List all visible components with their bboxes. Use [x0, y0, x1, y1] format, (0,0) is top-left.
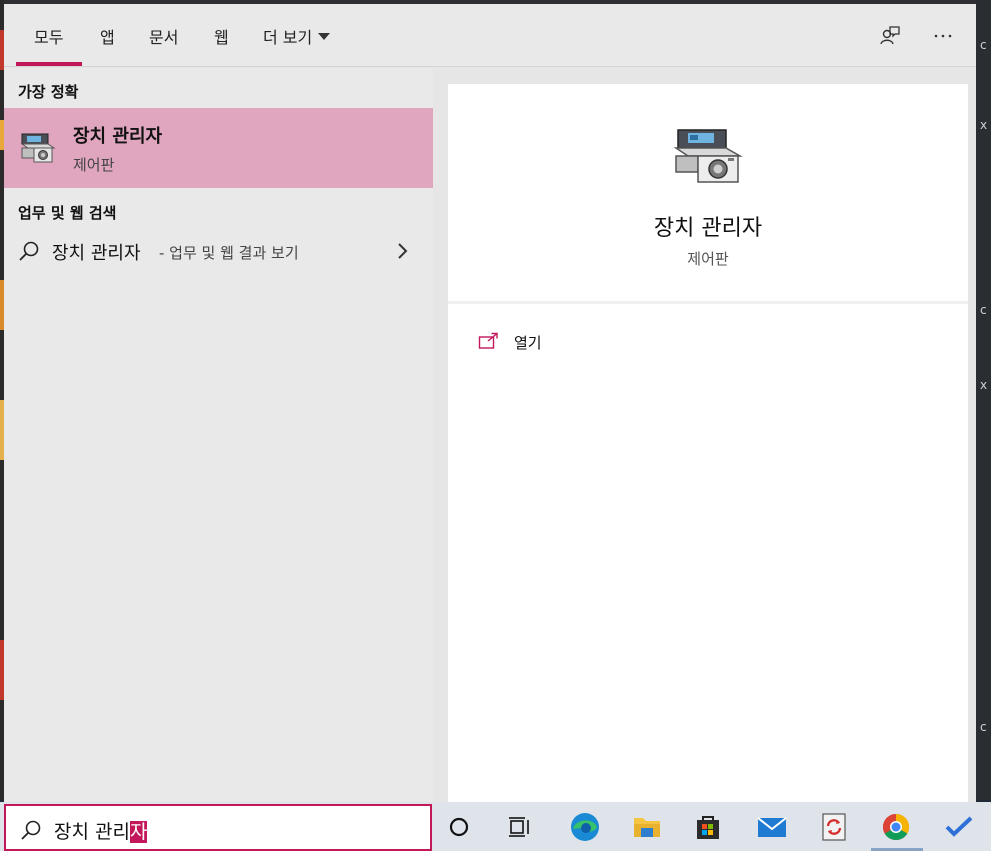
- task-view-icon[interactable]: [503, 810, 537, 844]
- best-match-result[interactable]: 장치 관리자 제어판: [4, 108, 433, 188]
- edge-icon[interactable]: [568, 810, 602, 844]
- open-external-icon: [478, 332, 500, 354]
- search-input-selection: 자: [129, 821, 148, 843]
- feedback-icon[interactable]: [876, 22, 904, 50]
- open-action-label: 열기: [514, 334, 542, 352]
- best-match-heading: 가장 정확: [18, 83, 79, 101]
- taskbar: 장치 관리자: [0, 802, 991, 851]
- results-pane: 가장 정확 장치 관리자 제어판 업무 및 웹 검색 장치 관리자 - 업무 및…: [4, 68, 433, 804]
- tab-all[interactable]: 모두: [34, 24, 63, 48]
- sync-app-icon[interactable]: [817, 810, 851, 844]
- detail-pane: 장치 관리자 제어판 열기: [448, 84, 968, 804]
- tab-web[interactable]: 웹: [214, 24, 229, 48]
- search-input-text: 장치 관리: [54, 821, 130, 843]
- store-icon[interactable]: [691, 810, 725, 844]
- chevron-right-icon[interactable]: [394, 241, 410, 265]
- active-tab-indicator: [16, 62, 82, 66]
- best-match-title: 장치 관리자: [73, 126, 163, 147]
- detail-header: 장치 관리자 제어판: [448, 84, 968, 304]
- best-match-subtitle: 제어판: [73, 156, 115, 174]
- caret-down-icon: [318, 32, 331, 40]
- desktop-background-right: c x c x c: [976, 0, 991, 800]
- tab-apps[interactable]: 앱: [100, 24, 115, 48]
- chrome-icon[interactable]: [879, 810, 913, 844]
- web-search-suffix: - 업무 및 웹 결과 보기: [159, 244, 299, 262]
- device-manager-icon: [18, 128, 58, 172]
- web-search-heading: 업무 및 웹 검색: [18, 204, 117, 222]
- detail-subtitle: 제어판: [687, 250, 729, 268]
- cortana-icon[interactable]: [442, 810, 476, 844]
- taskbar-search-box[interactable]: 장치 관리자: [4, 804, 432, 851]
- search-input[interactable]: 장치 관리자: [54, 817, 148, 844]
- search-tabs: 모두 앱 문서 웹 더 보기: [4, 4, 976, 67]
- search-icon: [20, 819, 42, 845]
- mail-icon[interactable]: [755, 810, 789, 844]
- todo-icon[interactable]: [942, 810, 976, 844]
- tab-more[interactable]: 더 보기: [263, 24, 331, 48]
- web-search-result[interactable]: 장치 관리자 - 업무 및 웹 결과 보기: [4, 231, 433, 271]
- device-manager-large-icon: [670, 124, 746, 192]
- open-action[interactable]: 열기: [478, 328, 678, 356]
- tab-more-label: 더 보기: [263, 28, 313, 47]
- web-search-query: 장치 관리자: [52, 243, 141, 264]
- search-flyout: 모두 앱 문서 웹 더 보기 가장 정확 장치 관리자 제어판 업무 및 웹 검…: [4, 4, 976, 804]
- detail-title: 장치 관리자: [653, 216, 763, 241]
- more-options-icon[interactable]: [929, 22, 957, 50]
- tab-documents[interactable]: 문서: [149, 24, 178, 48]
- file-explorer-icon[interactable]: [630, 810, 664, 844]
- search-icon: [18, 240, 40, 266]
